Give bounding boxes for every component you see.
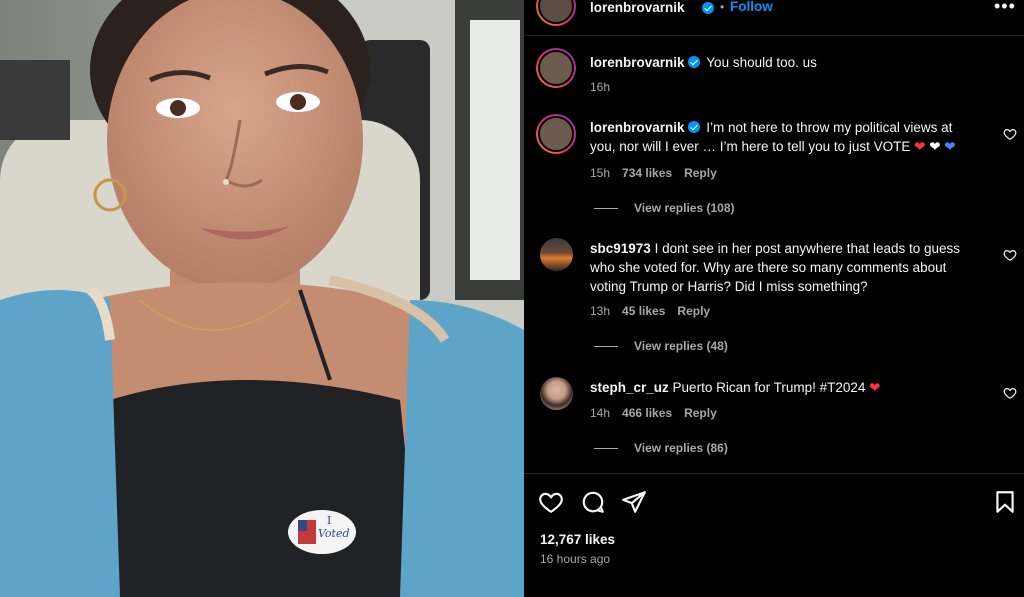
likes-count[interactable]: 12,767 likes [540, 532, 615, 547]
comment-bubble-icon[interactable] [580, 489, 606, 515]
caption-username[interactable]: lorenbrovarnik [590, 55, 685, 70]
red-heart-icon: ❤ [914, 139, 926, 154]
caption-meta: 16h [590, 80, 622, 94]
selfie-image [0, 0, 524, 597]
header-divider [524, 35, 1024, 36]
caption-body: You should too. us [706, 55, 817, 70]
comment-likes[interactable]: 466 likes [622, 406, 672, 420]
comment-avatar[interactable] [536, 114, 576, 154]
header-dot: • [720, 0, 725, 14]
reply-button[interactable]: Reply [684, 406, 717, 420]
share-paper-plane-icon[interactable] [621, 489, 647, 515]
white-heart-icon: ❤ [929, 139, 941, 154]
comment-line2: you, nor will I ever … I’m here to tell … [590, 139, 911, 154]
post-photo[interactable]: I Voted [0, 0, 524, 597]
replies-line [594, 448, 618, 450]
reply-button[interactable]: Reply [677, 304, 710, 318]
verified-badge-icon [702, 2, 714, 14]
like-comment-heart-icon[interactable] [1003, 127, 1017, 141]
comment-username[interactable]: lorenbrovarnik [590, 120, 685, 135]
comments-panel: lorenbrovarnik • Follow ••• lorenbrovarn… [524, 0, 1024, 597]
comment-username[interactable]: steph_cr_uz [590, 380, 669, 395]
comment-line1: I dont see in her post anywhere that lea… [654, 241, 961, 256]
replies-line [594, 208, 618, 210]
post-time: 16 hours ago [540, 552, 611, 566]
comment-time: 14h [590, 406, 611, 420]
comment-time: 15h [590, 166, 611, 180]
save-bookmark-icon[interactable] [992, 489, 1018, 515]
comment-text: lorenbrovarnik I’m not here to throw my … [590, 118, 1000, 156]
comment-line1: Puerto Rican for Trump! #T2024 [672, 380, 866, 395]
actions-divider [524, 473, 1024, 474]
sticker-text-voted: Voted [318, 527, 350, 540]
header-avatar[interactable] [536, 0, 576, 26]
comment-avatar[interactable] [540, 377, 573, 410]
caption-text: lorenbrovarnik You should too. us [590, 53, 1010, 72]
view-replies-label: View replies (86) [634, 441, 728, 455]
comment-meta: 13h 45 likes Reply [590, 304, 722, 318]
comment-meta: 14h 466 likes Reply [590, 406, 729, 420]
more-horizontal-icon[interactable]: ••• [994, 0, 1016, 17]
sticker-text-i: I [327, 514, 332, 527]
follow-button[interactable]: Follow [730, 0, 773, 14]
verified-badge-icon [687, 56, 700, 68]
comment-line3: voting Trump or Harris? Did I miss somet… [590, 279, 868, 294]
comment-text: steph_cr_uz Puerto Rican for Trump! #T20… [590, 378, 1000, 397]
comment-likes[interactable]: 734 likes [622, 166, 672, 180]
like-comment-heart-icon[interactable] [1003, 248, 1017, 262]
comment-text: sbc91973 I dont see in her post anywhere… [590, 239, 1000, 296]
verified-badge-icon [687, 121, 700, 133]
view-replies-button[interactable]: View replies (108) [594, 201, 735, 215]
comment-time: 13h [590, 304, 611, 318]
view-replies-label: View replies (48) [634, 339, 728, 353]
blue-heart-icon: ❤ [944, 139, 956, 154]
comment-avatar[interactable] [540, 238, 573, 271]
header-username[interactable]: lorenbrovarnik [590, 0, 685, 15]
replies-line [594, 346, 618, 348]
view-replies-button[interactable]: View replies (48) [594, 339, 728, 353]
caption-time: 16h [590, 80, 611, 94]
caption-avatar[interactable] [536, 48, 576, 88]
comment-username[interactable]: sbc91973 [590, 241, 651, 256]
comment-meta: 15h 734 likes Reply [590, 166, 729, 180]
like-comment-heart-icon[interactable] [1003, 386, 1017, 400]
reply-button[interactable]: Reply [684, 166, 717, 180]
comment-likes[interactable]: 45 likes [622, 304, 665, 318]
view-replies-label: View replies (108) [634, 201, 735, 215]
like-heart-icon[interactable] [538, 489, 564, 515]
post-header: lorenbrovarnik • Follow ••• [524, 0, 1024, 26]
comment-line1: I’m not here to throw my political views… [706, 120, 953, 135]
comment-line2: who she voted for. Why are there so many… [590, 260, 947, 275]
red-heart-icon: ❤ [869, 380, 881, 395]
view-replies-button[interactable]: View replies (86) [594, 441, 728, 455]
